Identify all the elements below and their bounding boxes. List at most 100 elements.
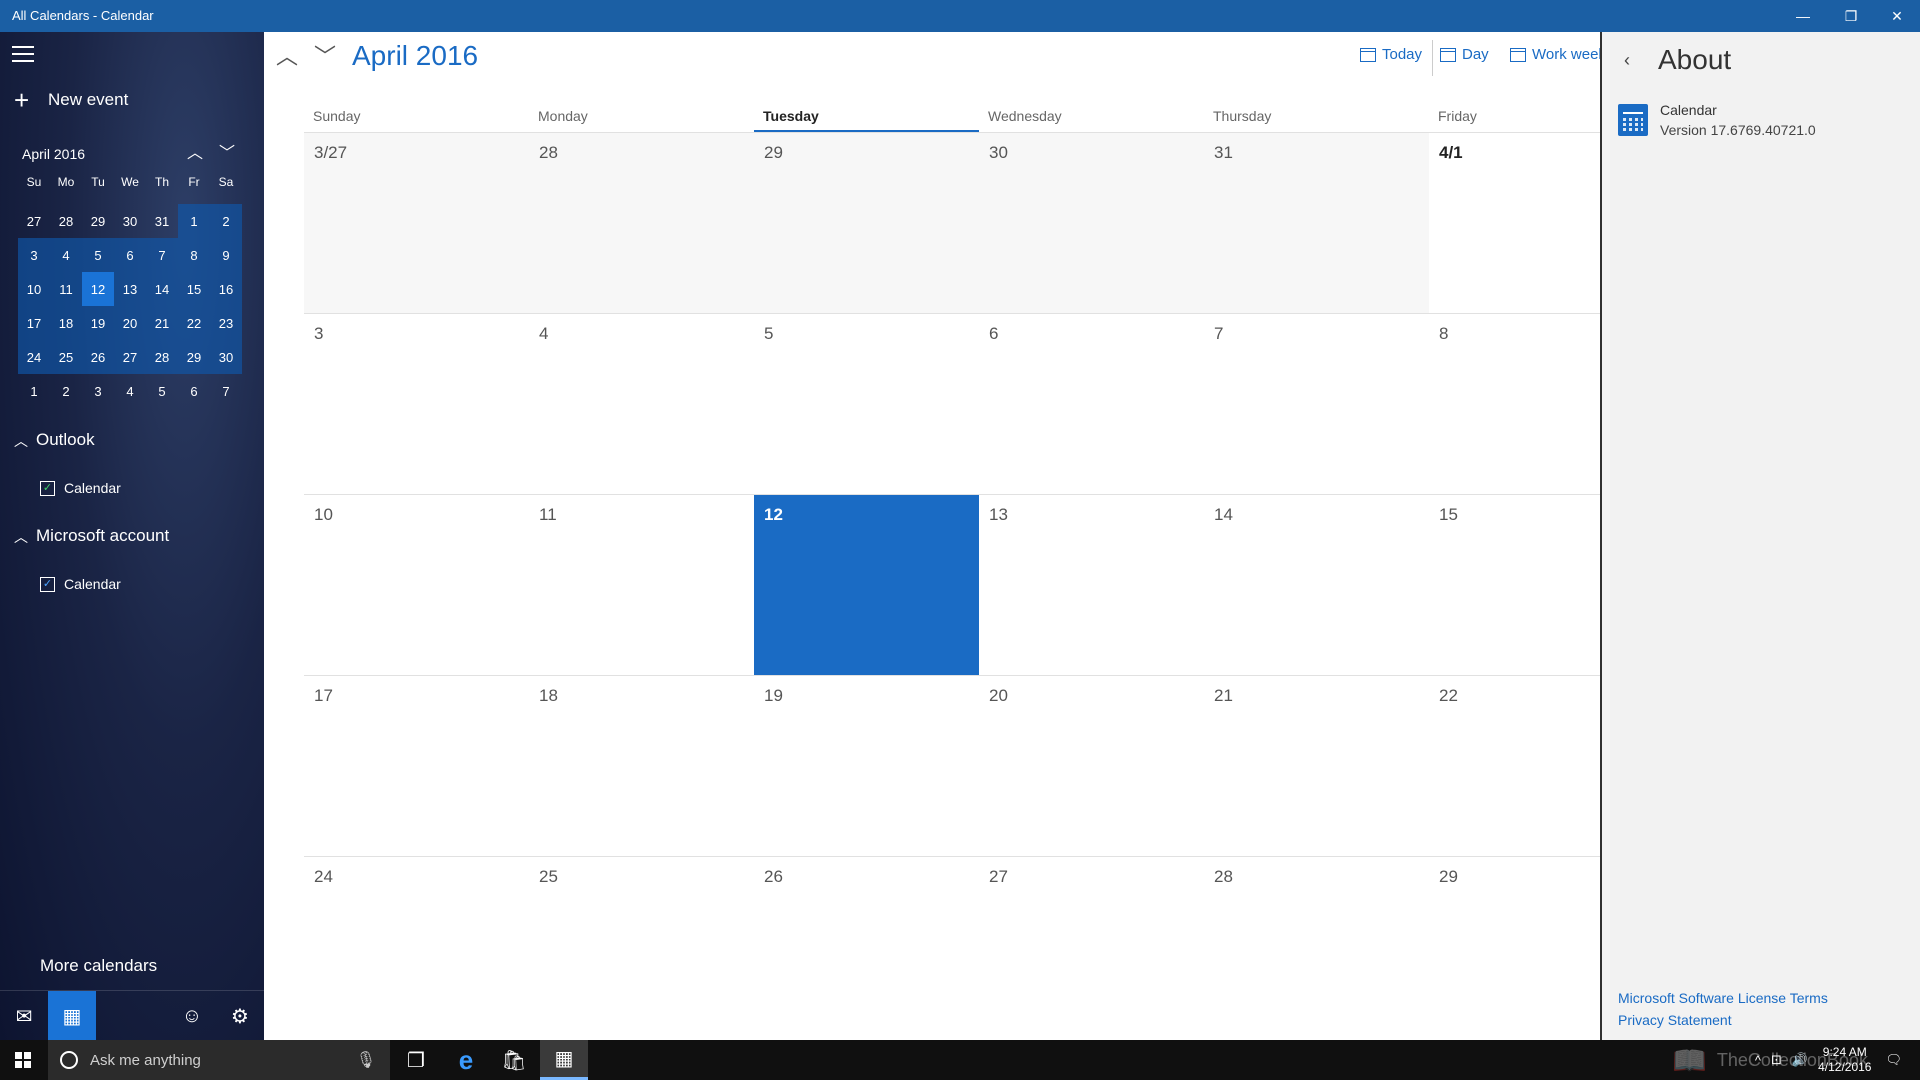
day-view-button[interactable]: Day — [1440, 46, 1489, 63]
license-terms-link[interactable]: Microsoft Software License Terms — [1618, 990, 1828, 1006]
mini-calendar-day[interactable]: 25 — [50, 340, 82, 374]
day-cell[interactable]: 19 — [754, 676, 979, 856]
outlook-group-header[interactable]: ﹀ Outlook — [14, 430, 95, 450]
hamburger-menu-icon[interactable] — [12, 46, 34, 62]
mini-calendar-day[interactable]: 22 — [178, 306, 210, 340]
settings-gear-icon[interactable]: ⚙ — [216, 991, 264, 1041]
day-cell[interactable]: 4/1 — [1429, 133, 1600, 313]
mini-calendar-day[interactable]: 14 — [146, 272, 178, 306]
mini-calendar-day[interactable]: 24 — [18, 340, 50, 374]
day-cell[interactable]: 15 — [1429, 495, 1600, 675]
mini-calendar-day[interactable]: 30 — [114, 204, 146, 238]
mini-calendar-day[interactable]: 13 — [114, 272, 146, 306]
mini-calendar-day[interactable]: 21 — [146, 306, 178, 340]
close-button[interactable]: ✕ — [1874, 0, 1920, 32]
day-cell[interactable]: 18 — [529, 676, 754, 856]
day-cell[interactable]: 14 — [1204, 495, 1429, 675]
mini-calendar-day[interactable]: 10 — [18, 272, 50, 306]
mini-calendar-day[interactable]: 20 — [114, 306, 146, 340]
microphone-icon[interactable]: 🎙 — [356, 1050, 376, 1070]
microsoft-account-group-header[interactable]: ﹀ Microsoft account — [14, 526, 169, 546]
mini-calendar-day[interactable]: 1 — [178, 204, 210, 238]
back-arrow-icon[interactable]: ‹ — [1624, 50, 1630, 71]
mail-icon[interactable]: ✉ — [0, 991, 48, 1041]
mini-calendar-next-icon[interactable]: ﹀ — [216, 142, 238, 166]
day-cell[interactable]: 25 — [529, 857, 754, 1037]
day-cell[interactable]: 29 — [1429, 857, 1600, 1037]
day-cell[interactable]: 8 — [1429, 314, 1600, 494]
day-cell[interactable]: 3 — [304, 314, 529, 494]
month-title[interactable]: April 2016 — [352, 40, 478, 72]
mini-calendar-day[interactable]: 8 — [178, 238, 210, 272]
mini-calendar-day[interactable]: 28 — [146, 340, 178, 374]
restore-button[interactable]: ❐ — [1828, 0, 1874, 32]
task-view-icon[interactable]: ❐ — [392, 1040, 440, 1080]
privacy-statement-link[interactable]: Privacy Statement — [1618, 1012, 1732, 1028]
mini-calendar-day[interactable]: 5 — [146, 374, 178, 408]
previous-month-icon[interactable]: ︿ — [272, 42, 302, 72]
mini-calendar-day[interactable]: 28 — [50, 204, 82, 238]
mini-calendar-day[interactable]: 19 — [82, 306, 114, 340]
more-calendars-link[interactable]: More calendars — [40, 956, 157, 976]
mini-calendar-day[interactable]: 2 — [50, 374, 82, 408]
day-cell[interactable]: 22 — [1429, 676, 1600, 856]
mini-calendar-day[interactable]: 27 — [18, 204, 50, 238]
start-button[interactable] — [0, 1040, 46, 1080]
mini-calendar-day[interactable]: 4 — [114, 374, 146, 408]
day-cell[interactable]: 6 — [979, 314, 1204, 494]
day-cell[interactable]: 24 — [304, 857, 529, 1037]
work-week-view-button[interactable]: Work week — [1510, 46, 1600, 63]
mini-calendar-day[interactable]: 3 — [82, 374, 114, 408]
new-event-button[interactable]: + New event — [14, 87, 128, 113]
day-cell[interactable]: 27 — [979, 857, 1204, 1037]
day-cell[interactable]: 12 — [754, 495, 979, 675]
cortana-search-box[interactable]: Ask me anything 🎙 — [48, 1040, 390, 1080]
day-cell[interactable]: 5 — [754, 314, 979, 494]
store-icon[interactable]: 🛍 — [490, 1040, 538, 1080]
minimize-button[interactable]: — — [1780, 0, 1826, 32]
checkbox-checked-icon[interactable]: ✓ — [40, 480, 55, 496]
day-cell[interactable]: 3/27 — [304, 133, 529, 313]
mini-calendar-day[interactable]: 16 — [210, 272, 242, 306]
day-cell[interactable]: 28 — [1204, 857, 1429, 1037]
mini-calendar-day[interactable]: 4 — [50, 238, 82, 272]
mini-calendar-day[interactable]: 23 — [210, 306, 242, 340]
edge-browser-icon[interactable]: e — [442, 1040, 490, 1080]
day-cell[interactable]: 17 — [304, 676, 529, 856]
day-cell[interactable]: 7 — [1204, 314, 1429, 494]
mini-calendar-title[interactable]: April 2016 — [22, 146, 85, 162]
day-cell[interactable]: 20 — [979, 676, 1204, 856]
microsoft-account-calendar-item[interactable]: ✓ Calendar — [40, 576, 121, 592]
mini-calendar-day[interactable]: 15 — [178, 272, 210, 306]
day-cell[interactable]: 13 — [979, 495, 1204, 675]
feedback-smiley-icon[interactable]: ☺ — [168, 991, 216, 1041]
mini-calendar-day[interactable]: 11 — [50, 272, 82, 306]
outlook-calendar-item[interactable]: ✓ Calendar — [40, 480, 121, 496]
day-cell[interactable]: 26 — [754, 857, 979, 1037]
mini-calendar-day[interactable]: 1 — [18, 374, 50, 408]
calendar-taskbar-icon[interactable]: ▦ — [540, 1040, 588, 1080]
mini-calendar-day[interactable]: 9 — [210, 238, 242, 272]
mini-calendar-day[interactable]: 6 — [114, 238, 146, 272]
calendar-icon[interactable]: ▦ — [48, 991, 96, 1041]
mini-calendar-day[interactable]: 6 — [178, 374, 210, 408]
mini-calendar-day[interactable]: 2 — [210, 204, 242, 238]
mini-calendar-prev-icon[interactable]: ︿ — [184, 142, 206, 166]
day-cell[interactable]: 10 — [304, 495, 529, 675]
day-cell[interactable]: 30 — [979, 133, 1204, 313]
next-month-icon[interactable]: ﹀ — [310, 42, 340, 72]
mini-calendar-day[interactable]: 12 — [82, 272, 114, 306]
day-cell[interactable]: 28 — [529, 133, 754, 313]
day-cell[interactable]: 31 — [1204, 133, 1429, 313]
mini-calendar-day[interactable]: 18 — [50, 306, 82, 340]
mini-calendar-day[interactable]: 3 — [18, 238, 50, 272]
day-cell[interactable]: 21 — [1204, 676, 1429, 856]
mini-calendar-day[interactable]: 7 — [146, 238, 178, 272]
checkbox-checked-icon[interactable]: ✓ — [40, 576, 55, 592]
mini-calendar-day[interactable]: 31 — [146, 204, 178, 238]
mini-calendar-day[interactable]: 17 — [18, 306, 50, 340]
day-cell[interactable]: 29 — [754, 133, 979, 313]
mini-calendar-day[interactable]: 26 — [82, 340, 114, 374]
mini-calendar-day[interactable]: 30 — [210, 340, 242, 374]
day-cell[interactable]: 11 — [529, 495, 754, 675]
